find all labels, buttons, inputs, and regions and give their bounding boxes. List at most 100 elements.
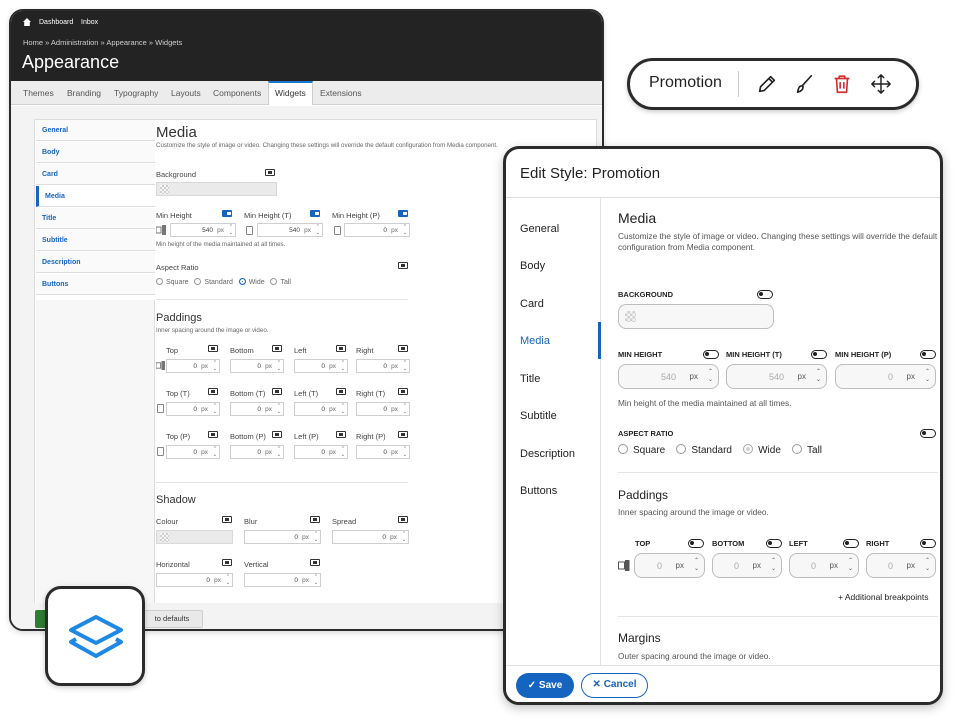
tab-branding[interactable]: Branding [67,81,101,105]
admin-padding-input[interactable]: 0 px ⌃ ⌄ [294,445,348,459]
dialog-nav-body[interactable]: Body [520,260,545,272]
padding-bottom-toggle[interactable] [766,539,782,548]
tab-themes[interactable]: Themes [23,81,54,105]
home-icon[interactable] [23,18,31,26]
admin-shadow-horizontal-toggle[interactable] [222,559,232,566]
admin-padding-input[interactable]: 0 px ⌃ ⌄ [356,402,410,416]
min-height-toggle[interactable] [703,350,719,359]
aspect-wide-radio[interactable]: Wide [743,444,781,456]
save-button[interactable]: ✓ Save [516,673,574,698]
admin-min-height-p-input[interactable]: 0 px ⌃ ⌄ [344,223,410,237]
tab-typography[interactable]: Typography [114,81,158,105]
padding-top-input[interactable]: 0 px ⌃ ⌄ [634,553,705,578]
admin-min-height-input[interactable]: 540 px ⌃ ⌄ [170,223,236,237]
cancel-button[interactable]: ✕ Cancel [581,673,648,698]
admin-nav-subtitle[interactable]: Subtitle [36,230,155,251]
move-icon[interactable] [870,73,892,95]
admin-padding-toggle[interactable] [336,345,346,352]
dialog-nav-general[interactable]: General [520,223,559,235]
min-height-t-input[interactable]: 540 px ⌃ ⌄ [726,364,827,389]
admin-padding-toggle[interactable] [272,345,282,352]
aspect-ratio-toggle[interactable] [920,429,936,438]
admin-shadow-blur-input[interactable]: 0 px ⌃ ⌄ [244,530,321,544]
dialog-nav-card[interactable]: Card [520,298,544,310]
tab-widgets[interactable]: Widgets [268,81,313,105]
topbar-dashboard-link[interactable]: Dashboard [39,19,73,26]
dialog-nav-media[interactable]: Media [520,335,550,347]
min-height-input[interactable]: 540 px ⌃ ⌄ [618,364,719,389]
min-height-t-toggle[interactable] [811,350,827,359]
admin-min-height-t-input[interactable]: 540 px ⌃ ⌄ [257,223,323,237]
dialog-nav-description[interactable]: Description [520,448,575,460]
admin-padding-input[interactable]: 0 px ⌃ ⌄ [230,359,284,373]
admin-padding-toggle[interactable] [336,431,346,438]
aspect-tall-radio[interactable]: Tall [792,444,822,456]
padding-left-input[interactable]: 0 px ⌃ ⌄ [789,553,859,578]
layers-button[interactable] [45,586,145,686]
admin-padding-input[interactable]: 0 px ⌃ ⌄ [230,445,284,459]
admin-padding-input[interactable]: 0 px ⌃ ⌄ [294,359,348,373]
tab-extensions[interactable]: Extensions [320,81,362,105]
admin-nav-general[interactable]: General [36,120,155,141]
padding-right-input[interactable]: 0 px ⌃ ⌄ [866,553,936,578]
brush-icon[interactable] [793,73,815,95]
padding-left-toggle[interactable] [843,539,859,548]
admin-padding-input[interactable]: 0 px ⌃ ⌄ [356,445,410,459]
admin-padding-toggle[interactable] [398,345,408,352]
aspect-square-radio[interactable]: Square [618,444,665,456]
tab-layouts[interactable]: Layouts [171,81,201,105]
min-height-p-toggle[interactable] [920,350,936,359]
admin-padding-toggle[interactable] [272,431,282,438]
devices-icon[interactable] [618,559,630,571]
admin-shadow-spread-toggle[interactable] [398,516,408,523]
admin-aspect-wide[interactable]: Wide [238,278,265,286]
admin-shadow-blur-toggle[interactable] [310,516,320,523]
admin-min-height-t-toggle[interactable] [310,210,320,217]
admin-padding-input[interactable]: 0 px ⌃ ⌄ [166,402,220,416]
admin-aspect-square[interactable]: Square [156,278,189,286]
admin-nav-buttons[interactable]: Buttons [36,274,155,295]
admin-padding-input[interactable]: 0 px ⌃ ⌄ [166,359,220,373]
admin-shadow-vertical-input[interactable]: 0 px ⌃ ⌄ [244,573,321,587]
admin-padding-input[interactable]: 0 px ⌃ ⌄ [230,402,284,416]
devices-icon[interactable] [156,361,165,370]
admin-min-height-p-toggle[interactable] [398,210,408,217]
additional-breakpoints-link[interactable]: + Additional breakpoints [838,592,929,602]
admin-nav-body[interactable]: Body [36,142,155,163]
admin-shadow-colour-swatch[interactable] [156,530,233,544]
admin-padding-toggle[interactable] [208,388,218,395]
background-toggle[interactable] [757,290,773,299]
admin-shadow-horizontal-input[interactable]: 0 px ⌃ ⌄ [156,573,233,587]
admin-nav-title[interactable]: Title [36,208,155,229]
admin-padding-input[interactable]: 0 px ⌃ ⌄ [166,445,220,459]
admin-aspect-standard[interactable]: Standard [194,278,233,286]
admin-padding-toggle[interactable] [398,388,408,395]
pencil-icon[interactable] [756,73,778,95]
admin-shadow-vertical-toggle[interactable] [310,559,320,566]
admin-shadow-colour-toggle[interactable] [222,516,232,523]
aspect-standard-radio[interactable]: Standard [676,444,732,456]
admin-aspect-tall[interactable]: Tall [270,278,291,286]
admin-background-toggle[interactable] [265,169,275,176]
padding-right-toggle[interactable] [920,539,936,548]
admin-nav-card[interactable]: Card [36,164,155,185]
admin-nav-media[interactable]: Media [36,186,155,207]
dialog-nav-subtitle[interactable]: Subtitle [520,410,557,422]
padding-bottom-input[interactable]: 0 px ⌃ ⌄ [712,553,782,578]
min-height-p-input[interactable]: 0 px ⌃ ⌄ [835,364,936,389]
admin-padding-toggle[interactable] [208,345,218,352]
topbar-inbox-link[interactable]: Inbox [81,19,98,26]
admin-background-swatch[interactable] [156,182,277,196]
trash-icon[interactable] [831,73,853,95]
admin-aspect-ratio-toggle[interactable] [398,262,408,269]
admin-padding-input[interactable]: 0 px ⌃ ⌄ [356,359,410,373]
reset-to-defaults-button[interactable]: to defaults [141,610,203,628]
admin-padding-toggle[interactable] [272,388,282,395]
padding-top-toggle[interactable] [688,539,704,548]
admin-padding-toggle[interactable] [208,431,218,438]
admin-nav-description[interactable]: Description [36,252,155,273]
admin-padding-input[interactable]: 0 px ⌃ ⌄ [294,402,348,416]
admin-shadow-spread-input[interactable]: 0 px ⌃ ⌄ [332,530,409,544]
dialog-nav-title[interactable]: Title [520,373,540,385]
admin-padding-toggle[interactable] [398,431,408,438]
